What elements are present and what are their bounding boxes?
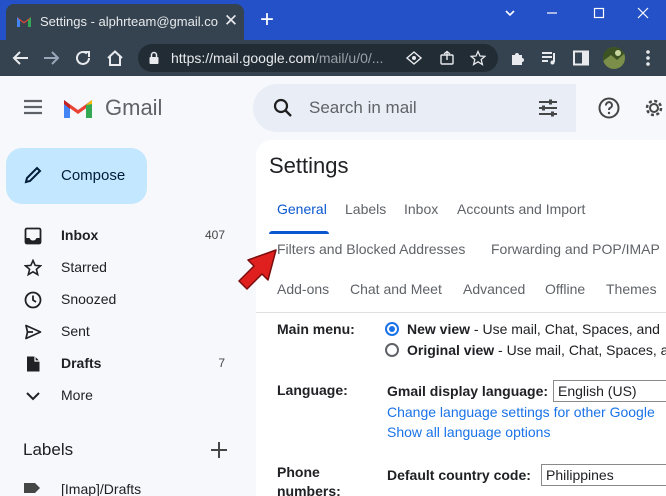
bookmark-star-icon[interactable] [470, 50, 486, 66]
original-view-option[interactable]: Original view - Use mail, Chat, Spaces, … [407, 342, 666, 358]
sidebar-item-label: Snoozed [61, 291, 117, 307]
search-bar [253, 84, 576, 132]
tab-search-chevron-icon[interactable] [487, 0, 533, 28]
create-label-plus-icon[interactable] [209, 440, 229, 460]
tab-advanced[interactable]: Advanced [463, 281, 525, 297]
sidebar-item-label: Sent [61, 323, 90, 339]
sidebar-item-drafts[interactable]: Drafts 7 [0, 348, 244, 380]
compose-button[interactable]: Compose [6, 148, 147, 204]
labels-heading: Labels [23, 440, 74, 459]
forward-arrow-icon[interactable] [40, 47, 62, 69]
red-pointer-arrow-icon [238, 249, 277, 290]
url-text: https://mail.google.com/mail/u/0/... [171, 50, 384, 66]
sidebar-item-inbox[interactable]: Inbox 407 [0, 220, 244, 252]
tab-themes[interactable]: Themes [606, 281, 657, 297]
search-icon[interactable] [273, 98, 293, 118]
gmail-favicon-icon [17, 17, 31, 27]
sidebar-item-snoozed[interactable]: Snoozed [0, 284, 244, 316]
profile-avatar[interactable] [603, 47, 625, 69]
chevron-down-icon [26, 392, 40, 401]
close-window-icon[interactable] [620, 0, 666, 28]
star-icon [24, 259, 42, 277]
tab-inbox[interactable]: Inbox [404, 201, 438, 217]
browser-title-bar: Settings - alphrteam@gmail.com ✕ + [0, 0, 666, 40]
page-title: Settings [269, 153, 349, 178]
lock-icon [149, 51, 159, 64]
gmail-logo-text[interactable]: Gmail [105, 95, 162, 121]
pencil-icon [24, 166, 42, 184]
sidebar-label-text: [Imap]/Drafts [61, 481, 142, 496]
search-input[interactable] [309, 98, 529, 118]
address-bar[interactable]: https://mail.google.com/mail/u/0/... [138, 44, 498, 72]
main-menu-label: Main menu: [277, 321, 355, 337]
tab-chat-and-meet[interactable]: Chat and Meet [350, 281, 442, 297]
language-label: Language: [277, 382, 348, 398]
reload-icon[interactable] [72, 47, 94, 69]
side-panel-icon[interactable] [570, 47, 592, 69]
browser-toolbar: https://mail.google.com/mail/u/0/... [0, 40, 666, 76]
send-icon [25, 324, 42, 340]
sidebar-item-label: Drafts [61, 355, 102, 371]
help-icon[interactable] [598, 97, 620, 119]
settings-panel: Settings General Labels Inbox Accounts a… [256, 140, 666, 496]
minimize-icon[interactable] [529, 0, 575, 28]
tab-offline[interactable]: Offline [545, 281, 585, 297]
sidebar-item-more[interactable]: More [0, 380, 244, 412]
share-icon[interactable] [439, 50, 455, 66]
media-queue-icon[interactable] [538, 47, 560, 69]
sidebar-item-label: More [61, 387, 93, 403]
display-language-label: Gmail display language: [387, 383, 549, 399]
gmail-logo-icon[interactable] [62, 96, 94, 120]
tab-close-icon[interactable]: ✕ [222, 12, 240, 30]
browser-menu-icon[interactable] [637, 47, 659, 69]
compose-label: Compose [61, 167, 126, 184]
draft-count: 7 [218, 356, 225, 370]
search-options-icon[interactable] [538, 98, 558, 118]
google-lens-icon[interactable] [406, 51, 422, 65]
draft-icon [27, 356, 40, 372]
maximize-icon[interactable] [576, 0, 622, 28]
phone-numbers-label-line2: numbers: [277, 483, 341, 496]
tab-labels[interactable]: Labels [345, 201, 386, 217]
change-language-link[interactable]: Change language settings for other Googl… [387, 404, 655, 420]
tab-accounts-and-import[interactable]: Accounts and Import [457, 201, 585, 217]
sidebar-item-starred[interactable]: Starred [0, 252, 244, 284]
new-view-radio[interactable] [385, 322, 399, 336]
label-icon [24, 483, 40, 493]
new-view-option[interactable]: New view - Use mail, Chat, Spaces, and [407, 321, 660, 337]
display-language-select[interactable]: English (US) [553, 380, 666, 402]
sidebar-item-sent[interactable]: Sent [0, 316, 244, 348]
tab-filters-and-blocked-addresses[interactable]: Filters and Blocked Addresses [277, 241, 465, 257]
inbox-icon [24, 227, 42, 245]
sidebar-label-imap-drafts[interactable]: [Imap]/Drafts [0, 476, 244, 496]
show-all-languages-link[interactable]: Show all language options [387, 424, 550, 440]
settings-gear-icon[interactable] [642, 96, 666, 120]
sidebar-item-label: Inbox [61, 227, 99, 243]
clock-icon [24, 291, 42, 309]
original-view-radio[interactable] [385, 343, 399, 357]
sidebar-item-label: Starred [61, 259, 107, 275]
active-tab-indicator [269, 231, 329, 234]
tab-title: Settings - alphrteam@gmail.com [40, 14, 218, 29]
extensions-puzzle-icon[interactable] [507, 47, 529, 69]
home-icon[interactable] [104, 47, 126, 69]
tabs-divider [256, 312, 666, 313]
phone-numbers-label: Phone [277, 464, 320, 480]
new-tab-button[interactable]: + [257, 8, 277, 32]
tab-forwarding-and-pop-imap[interactable]: Forwarding and POP/IMAP [491, 241, 660, 257]
unread-count: 407 [204, 228, 225, 242]
country-code-label: Default country code: [387, 467, 531, 483]
browser-tab[interactable]: Settings - alphrteam@gmail.com ✕ [6, 4, 244, 40]
country-code-select[interactable]: Philippines [541, 464, 666, 486]
back-arrow-icon[interactable] [10, 47, 32, 69]
tab-add-ons[interactable]: Add-ons [277, 281, 329, 297]
tab-general[interactable]: General [277, 201, 327, 217]
main-menu-icon[interactable] [22, 96, 44, 118]
